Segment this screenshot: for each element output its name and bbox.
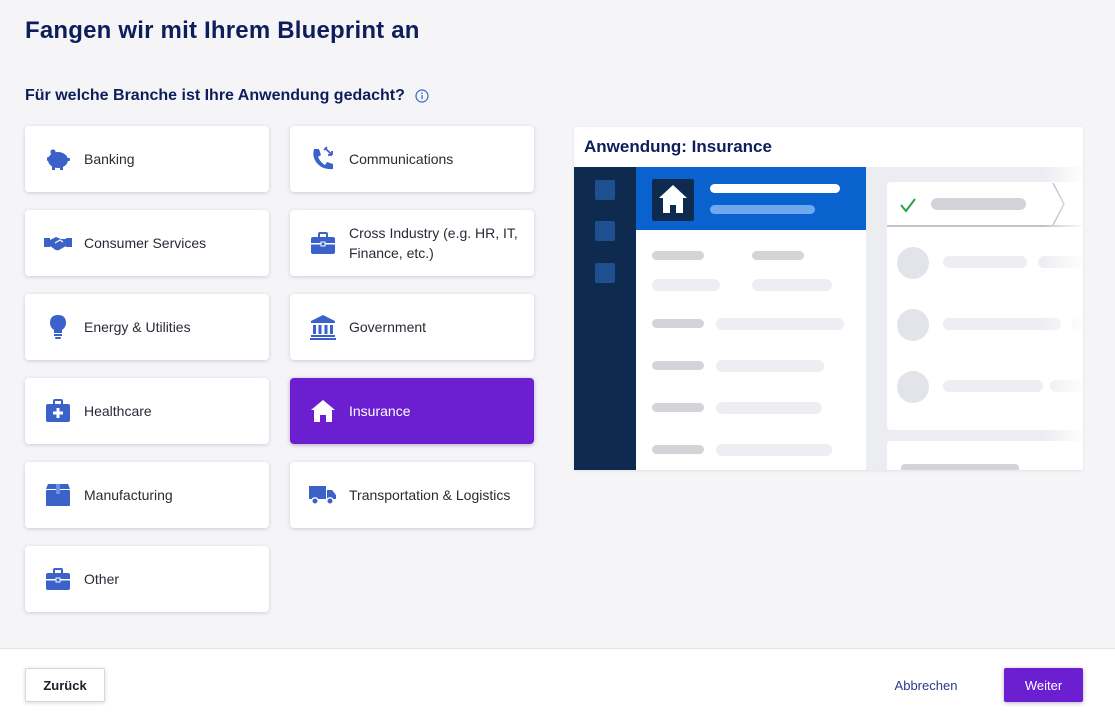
industry-label: Other <box>84 571 120 587</box>
industry-card-transportation-logistics[interactable]: Transportation & Logistics <box>290 462 534 528</box>
industry-card-government[interactable]: Government <box>290 294 534 360</box>
cancel-button[interactable]: Abbrechen <box>880 668 972 702</box>
industry-card-consumer-services[interactable]: Consumer Services <box>25 210 269 276</box>
industry-label: Healthcare <box>84 403 152 419</box>
industry-label: Energy & Utilities <box>84 319 191 335</box>
back-button[interactable]: Zurück <box>25 668 105 702</box>
industry-card-banking[interactable]: Banking <box>25 126 269 192</box>
briefcase-icon <box>43 564 73 594</box>
industry-label: Government <box>349 319 427 335</box>
industry-label: Communications <box>349 151 454 167</box>
piggy-bank-icon <box>43 144 73 174</box>
lightbulb-icon <box>43 312 73 342</box>
info-icon[interactable] <box>415 89 429 103</box>
industry-question-text: Für welche Branche ist Ihre Anwendung ge… <box>25 87 405 104</box>
industry-card-manufacturing[interactable]: Manufacturing <box>25 462 269 528</box>
briefcase-icon <box>308 228 338 258</box>
application-preview: Anwendung: Insurance <box>574 127 1083 470</box>
industry-card-communications[interactable]: Communications <box>290 126 534 192</box>
phone-icon <box>308 144 338 174</box>
box-icon <box>43 480 73 510</box>
industry-label: Insurance <box>349 403 411 419</box>
industry-card-energy-utilities[interactable]: Energy & Utilities <box>25 294 269 360</box>
next-button[interactable]: Weiter <box>1004 668 1083 702</box>
industry-grid: Banking Communications Consumer Services <box>25 126 535 612</box>
government-building-icon <box>308 312 338 342</box>
preview-title-overlay: Anwendung: Insurance <box>584 137 780 157</box>
footer-bar: Zurück Abbrechen Weiter <box>0 648 1115 718</box>
page-title: Fangen wir mit Ihrem Blueprint an <box>25 17 420 44</box>
house-icon <box>308 396 338 426</box>
industry-label: Consumer Services <box>84 235 207 251</box>
industry-card-other[interactable]: Other <box>25 546 269 612</box>
industry-label: Banking <box>84 151 135 167</box>
preview-illustration <box>574 167 1083 470</box>
industry-card-cross-industry[interactable]: Cross Industry (e.g. HR, IT, Finance, et… <box>290 210 534 276</box>
medical-kit-icon <box>43 396 73 426</box>
handshake-icon <box>43 228 73 258</box>
industry-label: Cross Industry (e.g. HR, IT, Finance, et… <box>349 225 518 261</box>
industry-label: Manufacturing <box>84 487 173 503</box>
industry-label: Transportation & Logistics <box>349 487 511 503</box>
industry-question: Für welche Branche ist Ihre Anwendung ge… <box>25 87 429 105</box>
preview-fade <box>1043 127 1083 470</box>
truck-icon <box>308 480 338 510</box>
industry-card-healthcare[interactable]: Healthcare <box>25 378 269 444</box>
industry-card-insurance[interactable]: Insurance <box>290 378 534 444</box>
